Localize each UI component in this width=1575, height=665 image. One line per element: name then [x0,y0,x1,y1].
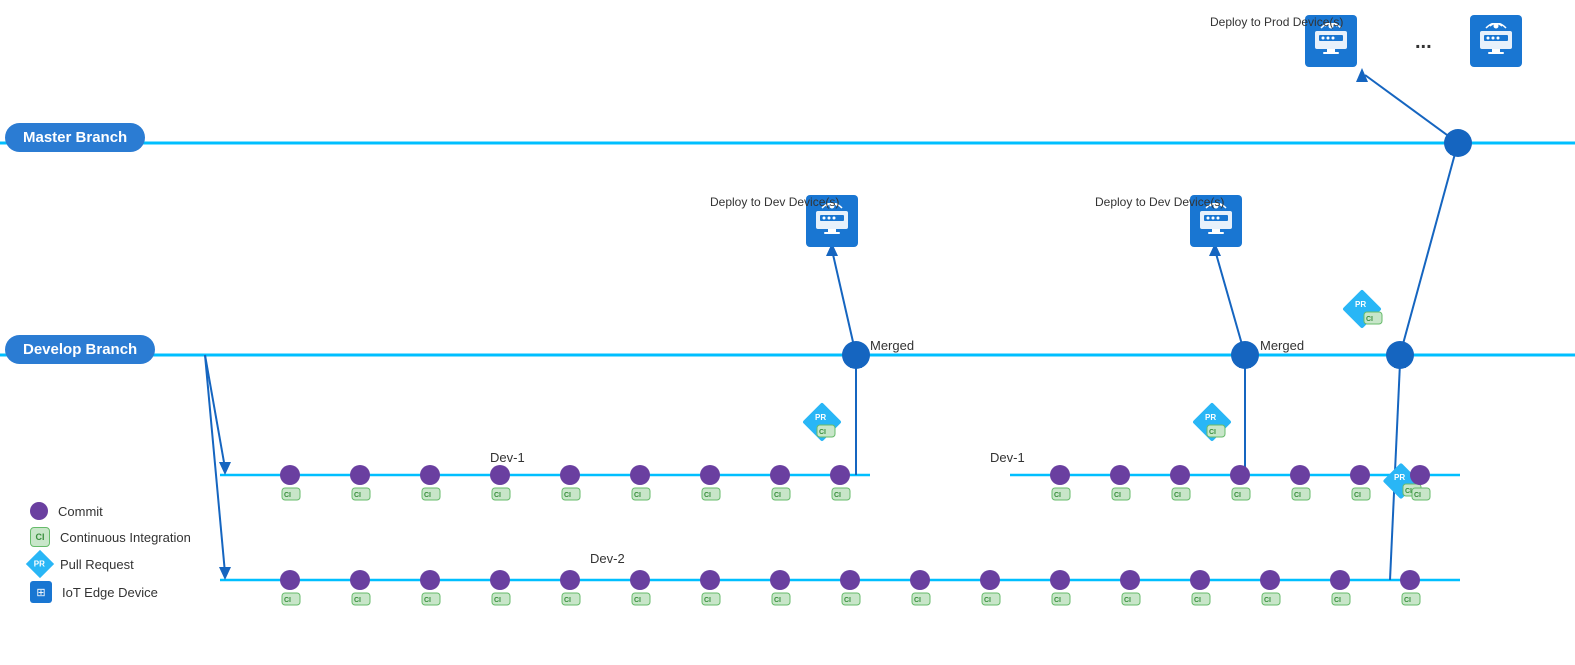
legend-commit-item: Commit [30,502,191,520]
svg-text:CI: CI [1114,492,1121,499]
dev1-second-label: Dev-1 [990,450,1025,465]
svg-text:CI: CI [1054,597,1061,604]
svg-text:CI: CI [1354,492,1361,499]
legend-commit-label: Commit [58,504,103,519]
develop-branch-label: Develop Branch [5,335,155,364]
deploy-dev-label-1: Deploy to Dev Device(s) [710,195,839,211]
svg-text:CI: CI [564,597,571,604]
svg-text:CI: CI [704,597,711,604]
svg-text:CI: CI [1124,597,1131,604]
svg-text:CI: CI [424,597,431,604]
svg-text:PR: PR [815,413,826,422]
merged-label-1: Merged [870,338,914,353]
svg-text:CI: CI [704,492,711,499]
svg-text:CI: CI [354,492,361,499]
svg-text:CI: CI [1414,492,1421,499]
legend-pr-icon: PR [26,550,54,578]
legend-commit-icon [30,502,48,520]
svg-text:CI: CI [284,492,291,499]
svg-text:CI: CI [1294,492,1301,499]
legend-pr-label: Pull Request [60,557,134,572]
legend-iot-item: ⊞ IoT Edge Device [30,581,191,603]
svg-text:CI: CI [984,597,991,604]
svg-text:CI: CI [844,597,851,604]
svg-text:CI: CI [1366,316,1373,323]
svg-text:CI: CI [1054,492,1061,499]
svg-text:CI: CI [284,597,291,604]
svg-text:CI: CI [1234,492,1241,499]
svg-text:PR: PR [1205,413,1216,422]
svg-text:CI: CI [1209,429,1216,436]
svg-text:CI: CI [774,597,781,604]
dev2-label: Dev-2 [590,551,625,566]
legend-ci-label: Continuous Integration [60,530,191,545]
svg-text:CI: CI [1334,597,1341,604]
dev1-first-label: Dev-1 [490,450,525,465]
legend-pr-item: PR Pull Request [30,554,191,574]
legend-ci-item: CI Continuous Integration [30,527,191,547]
iot-box-prod-2 [1470,15,1522,67]
legend: Commit CI Continuous Integration PR Pull… [30,502,191,610]
svg-text:CI: CI [634,597,641,604]
svg-text:CI: CI [494,597,501,604]
deploy-dev-label-2: Deploy to Dev Device(s) [1095,195,1224,211]
svg-text:CI: CI [634,492,641,499]
main-diagram-svg: PR CI PR CI PR CI PR [0,0,1575,665]
legend-iot-label: IoT Edge Device [62,585,158,600]
svg-text:PR: PR [1355,300,1366,309]
master-branch-label: Master Branch [5,123,145,152]
diagram: PR CI PR CI PR CI PR [0,0,1575,665]
deploy-prod-label-1: Deploy to Prod Device(s) [1210,15,1343,31]
svg-text:CI: CI [564,492,571,499]
svg-text:CI: CI [914,597,921,604]
legend-iot-icon: ⊞ [30,581,52,603]
svg-text:CI: CI [774,492,781,499]
merged-label-2: Merged [1260,338,1304,353]
svg-text:CI: CI [1194,597,1201,604]
svg-text:CI: CI [354,597,361,604]
legend-ci-icon: CI [30,527,50,547]
svg-text:PR: PR [1394,473,1405,482]
svg-text:CI: CI [819,429,826,436]
svg-text:CI: CI [834,492,841,499]
svg-text:CI: CI [1405,488,1412,495]
svg-text:CI: CI [1264,597,1271,604]
svg-text:CI: CI [1404,597,1411,604]
svg-text:CI: CI [494,492,501,499]
svg-text:CI: CI [1174,492,1181,499]
svg-text:CI: CI [424,492,431,499]
ellipsis: ... [1415,31,1432,53]
